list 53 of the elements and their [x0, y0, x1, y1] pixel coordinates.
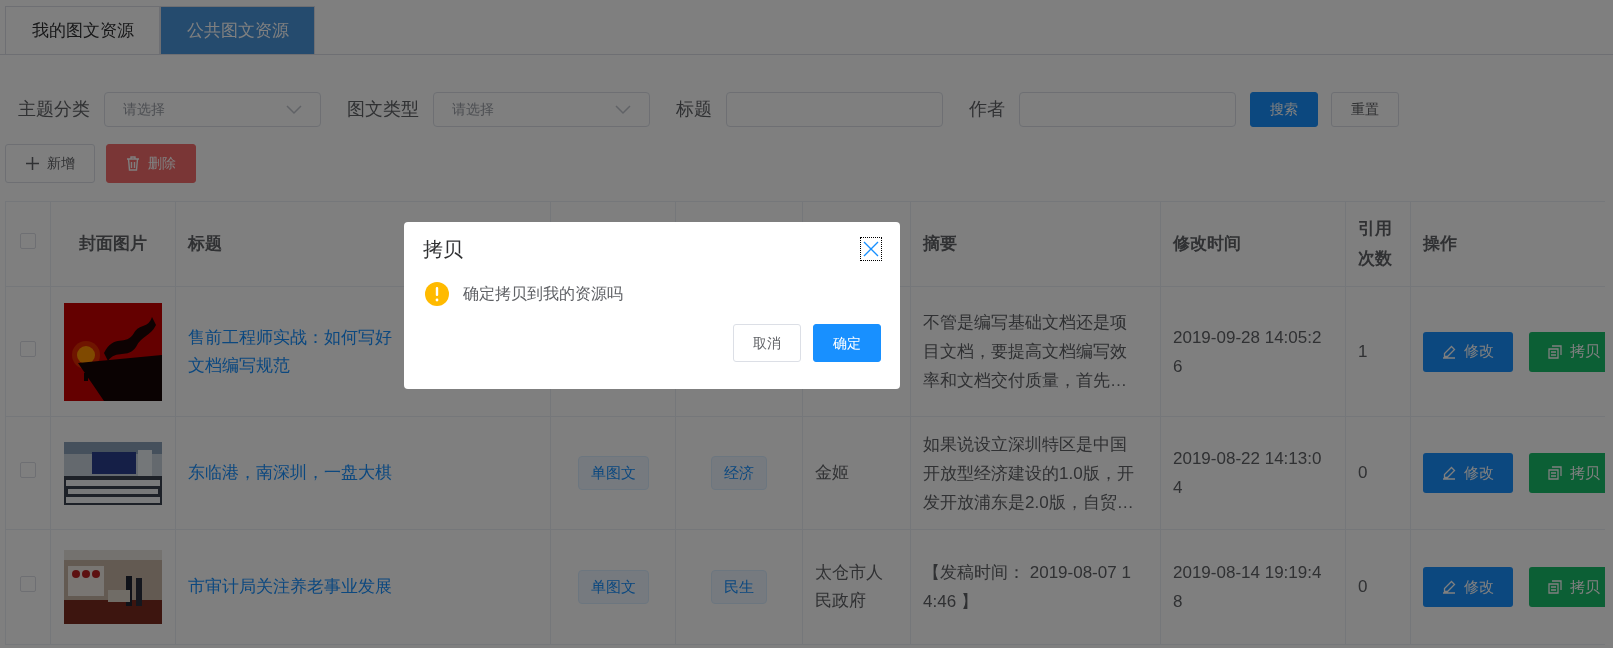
dialog-title: 拷贝 — [423, 237, 463, 262]
delete-button[interactable]: 删除 — [106, 144, 196, 183]
cancel-button[interactable]: 取消 — [733, 324, 801, 362]
tab[interactable]: 公共图文资源 — [160, 6, 315, 55]
column-header: 引用次数 — [1358, 218, 1393, 270]
tag: 单图文 — [577, 456, 649, 490]
table-cell-text: 太仓市人民政府 — [815, 562, 884, 612]
copy-icon — [1548, 466, 1562, 480]
filter-label: 图文类型 — [347, 98, 419, 121]
copy-button[interactable]: 拷贝 — [1529, 567, 1605, 607]
pencil-icon — [1442, 580, 1456, 594]
dialog-message: 确定拷贝到我的资源吗 — [463, 284, 623, 304]
tag: 经济 — [711, 456, 767, 490]
table-cell-text: 不管是编写基础文档还是项目文档，要提高文档编写效率和文档交付质量，首先… — [923, 312, 1128, 392]
trash-icon — [126, 156, 140, 171]
column-header: 封面图片 — [79, 234, 147, 254]
tab[interactable]: 我的图文资源 — [5, 6, 160, 55]
edit-button[interactable]: 修改 — [1423, 453, 1513, 493]
table-cell-text: 2019-09-28 14:05:26 — [1173, 326, 1323, 378]
warning-icon — [425, 282, 449, 306]
tag: 单图文 — [577, 570, 649, 604]
table-cell-text: 金姬 — [815, 462, 850, 484]
column-header: 操作 — [1423, 234, 1457, 254]
edit-button[interactable]: 修改 — [1423, 331, 1513, 372]
column-header: 摘要 — [923, 234, 957, 254]
table-cell-text: 【发稿时间： 2019-08-07 14:46 】 — [923, 562, 1132, 613]
filter-label: 作者 — [969, 98, 1005, 121]
table-cell: 1 — [1358, 341, 1368, 361]
reset-button[interactable]: 重置 — [1331, 92, 1399, 127]
column-header: 修改时间 — [1173, 234, 1241, 254]
filter-label: 标题 — [676, 98, 712, 121]
chevron-down-icon — [286, 104, 302, 115]
plus-icon — [25, 157, 39, 170]
pencil-icon — [1442, 344, 1456, 359]
pencil-icon — [1442, 466, 1456, 480]
copy-icon — [1548, 580, 1562, 594]
table-cell: 0 — [1358, 577, 1368, 597]
copy-button[interactable]: 拷贝 — [1529, 453, 1605, 493]
table-cell-text: 如果说设立深圳特区是中国开放型经济建设的1.0版，开发开放浦东是2.0版，自贸… — [923, 433, 1135, 514]
copy-button[interactable]: 拷贝 — [1529, 331, 1605, 372]
column-header: 标题 — [188, 234, 222, 254]
confirm-button[interactable]: 确定 — [813, 324, 881, 362]
close-icon[interactable] — [861, 238, 881, 260]
search-button[interactable]: 搜索 — [1250, 92, 1318, 127]
chevron-down-icon — [615, 104, 631, 115]
table-cell-text: 2019-08-14 19:19:48 — [1173, 562, 1323, 613]
tag: 民生 — [711, 570, 767, 604]
add-button[interactable]: 新增 — [5, 144, 95, 183]
table-cell-text: 2019-08-22 14:13:04 — [1173, 448, 1323, 499]
copy-icon — [1548, 344, 1562, 359]
filter-label: 主题分类 — [18, 98, 90, 121]
edit-button[interactable]: 修改 — [1423, 567, 1513, 607]
table-cell: 0 — [1358, 463, 1368, 483]
